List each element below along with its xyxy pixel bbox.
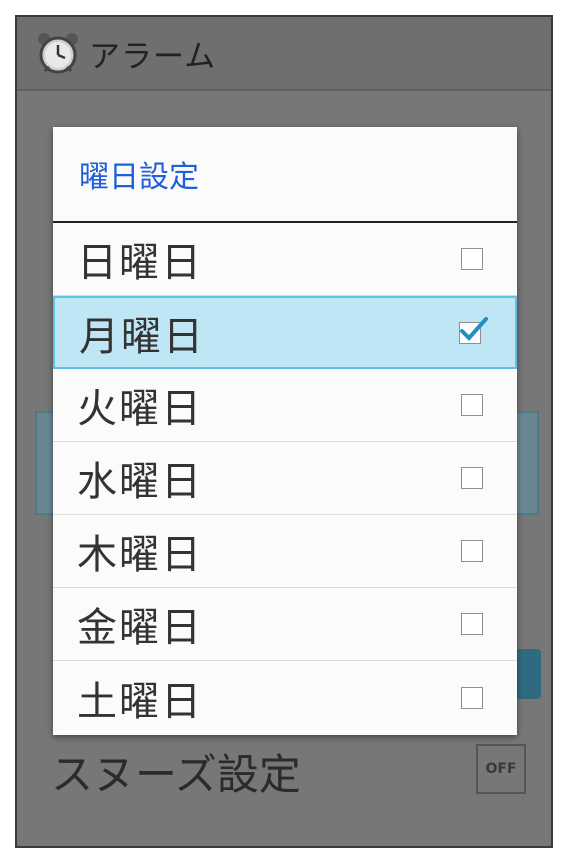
day-row-monday[interactable]: 月曜日: [53, 296, 517, 369]
checkbox[interactable]: [461, 248, 483, 270]
app-bar: アラーム: [17, 17, 551, 91]
checkmark-icon: [460, 316, 488, 341]
day-list: 日曜日 月曜日 火曜日 水曜日 木曜日 金曜日 土曜日: [53, 223, 517, 734]
day-label: 水曜日: [77, 459, 203, 505]
day-row-thursday[interactable]: 木曜日: [53, 515, 517, 588]
checkbox[interactable]: [459, 316, 488, 344]
checkbox[interactable]: [461, 467, 483, 489]
weekday-dialog: 曜日設定 日曜日 月曜日 火曜日 水曜日 木曜日 金曜日 土曜日: [53, 127, 517, 735]
checkbox[interactable]: [461, 540, 483, 562]
checkbox[interactable]: [461, 394, 483, 416]
day-label: 金曜日: [77, 605, 203, 651]
day-label: 日曜日: [77, 240, 203, 286]
day-row-friday[interactable]: 金曜日: [53, 588, 517, 661]
checkbox[interactable]: [461, 686, 483, 709]
day-row-tuesday[interactable]: 火曜日: [53, 369, 517, 442]
day-row-saturday[interactable]: 土曜日: [53, 661, 517, 734]
day-label: 火曜日: [77, 386, 203, 432]
app-title: アラーム: [89, 38, 217, 75]
snooze-toggle[interactable]: OFF: [476, 744, 526, 794]
day-label: 月曜日: [79, 313, 205, 360]
background-button: [515, 649, 541, 699]
dialog-title: 曜日設定: [53, 127, 517, 223]
day-label: 木曜日: [77, 532, 203, 578]
day-label: 土曜日: [77, 678, 203, 725]
day-row-sunday[interactable]: 日曜日: [53, 223, 517, 296]
day-row-wednesday[interactable]: 水曜日: [53, 442, 517, 515]
checkbox[interactable]: [461, 613, 483, 635]
alarm-clock-icon: [38, 33, 78, 74]
snooze-setting-label: スヌーズ設定: [51, 750, 301, 799]
